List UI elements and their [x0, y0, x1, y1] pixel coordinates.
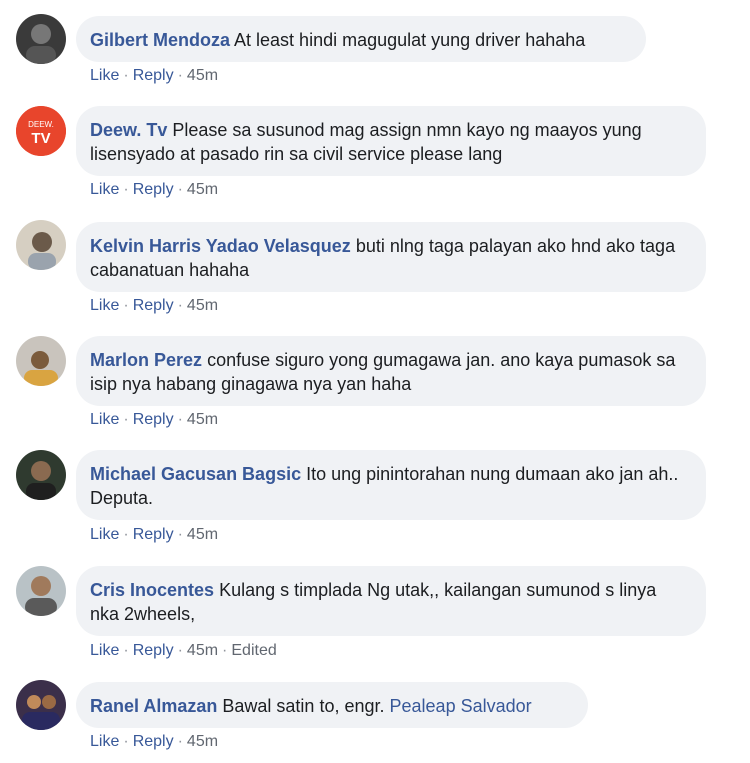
comment-bubble: Deew. Tv Please sa susunod mag assign nm…	[76, 106, 706, 176]
like-link[interactable]: Like	[90, 733, 119, 750]
comment-author[interactable]: Gilbert Mendoza	[90, 30, 230, 50]
like-link[interactable]: Like	[90, 411, 119, 428]
separator: ·	[177, 642, 183, 659]
comment-bubble: Kelvin Harris Yadao Velasquez buti nlng …	[76, 222, 706, 292]
comment-author[interactable]: Marlon Perez	[90, 350, 202, 370]
avatar[interactable]	[16, 680, 66, 730]
separator: ·	[123, 181, 129, 198]
comment-actions: Like · Reply · 45m · Edited	[90, 641, 277, 661]
timestamp[interactable]: 45m	[187, 297, 218, 314]
avatar[interactable]: DEEW. TV	[16, 106, 66, 156]
separator: ·	[123, 526, 129, 543]
comment-actions: Like · Reply · 45m	[90, 525, 218, 545]
mention-link[interactable]: Pealeap Salvador	[390, 696, 532, 716]
like-link[interactable]: Like	[90, 297, 119, 314]
separator: ·	[222, 642, 228, 659]
separator: ·	[123, 411, 129, 428]
comment-author[interactable]: Michael Gacusan Bagsic	[90, 464, 301, 484]
separator: ·	[123, 67, 129, 84]
comment-actions: Like · Reply · 45m	[90, 296, 218, 316]
reply-link[interactable]: Reply	[133, 733, 174, 750]
timestamp[interactable]: 45m	[187, 526, 218, 543]
comment-bubble: Ranel Almazan Bawal satin to, engr. Peal…	[76, 682, 588, 728]
reply-link[interactable]: Reply	[133, 67, 174, 84]
separator: ·	[177, 181, 183, 198]
reply-link[interactable]: Reply	[133, 642, 174, 659]
separator: ·	[177, 67, 183, 84]
reply-link[interactable]: Reply	[133, 297, 174, 314]
comment-actions: Like · Reply · 45m	[90, 732, 218, 752]
reply-link[interactable]: Reply	[133, 526, 174, 543]
avatar[interactable]	[16, 336, 66, 386]
edited-label[interactable]: Edited	[231, 642, 276, 659]
separator: ·	[123, 642, 129, 659]
like-link[interactable]: Like	[90, 642, 119, 659]
avatar-label: TV	[31, 130, 50, 147]
separator: ·	[177, 526, 183, 543]
avatar[interactable]	[16, 450, 66, 500]
like-link[interactable]: Like	[90, 526, 119, 543]
comment-text: Bawal satin to, engr.	[222, 696, 385, 716]
like-link[interactable]: Like	[90, 67, 119, 84]
comment-bubble: Cris Inocentes Kulang s timplada Ng utak…	[76, 566, 706, 636]
reply-link[interactable]: Reply	[133, 411, 174, 428]
comment-actions: Like · Reply · 45m	[90, 410, 218, 430]
like-link[interactable]: Like	[90, 181, 119, 198]
comment-text: At least hindi magugulat yung driver hah…	[234, 30, 586, 50]
separator: ·	[123, 297, 129, 314]
comment-author[interactable]: Ranel Almazan	[90, 696, 217, 716]
comment-actions: Like · Reply · 45m	[90, 66, 218, 86]
separator: ·	[177, 733, 183, 750]
comment-author[interactable]: Deew. Tv	[90, 120, 167, 140]
timestamp[interactable]: 45m	[187, 181, 218, 198]
comment-bubble: Michael Gacusan Bagsic Ito ung pinintora…	[76, 450, 706, 520]
avatar[interactable]	[16, 14, 66, 64]
comment-bubble: Gilbert Mendoza At least hindi magugulat…	[76, 16, 646, 62]
timestamp[interactable]: 45m	[187, 642, 218, 659]
separator: ·	[123, 733, 129, 750]
comment-author[interactable]: Kelvin Harris Yadao Velasquez	[90, 236, 351, 256]
avatar-label: DEEW.	[28, 120, 54, 129]
avatar[interactable]	[16, 566, 66, 616]
reply-link[interactable]: Reply	[133, 181, 174, 198]
avatar[interactable]	[16, 220, 66, 270]
comment-bubble: Marlon Perez confuse siguro yong gumagaw…	[76, 336, 706, 406]
comment-author[interactable]: Cris Inocentes	[90, 580, 214, 600]
separator: ·	[177, 411, 183, 428]
timestamp[interactable]: 45m	[187, 67, 218, 84]
comment-text: Please sa susunod mag assign nmn kayo ng…	[90, 120, 642, 164]
timestamp[interactable]: 45m	[187, 411, 218, 428]
separator: ·	[177, 297, 183, 314]
comment-actions: Like · Reply · 45m	[90, 180, 218, 200]
timestamp[interactable]: 45m	[187, 733, 218, 750]
